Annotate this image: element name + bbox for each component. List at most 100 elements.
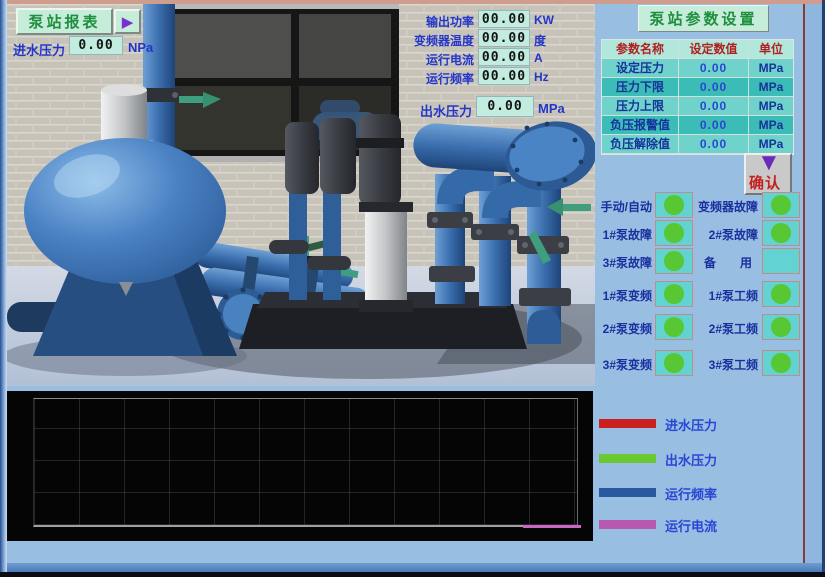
run-frequency-label: 运行频率 xyxy=(340,70,474,87)
trend-chart xyxy=(7,391,593,541)
frame-edge-left xyxy=(0,0,7,577)
param-name: 设定压力 xyxy=(602,59,679,78)
frame-edge-top xyxy=(0,0,825,4)
inlet-pressure-unit: NPa xyxy=(128,40,153,55)
status-indicator[interactable] xyxy=(762,281,800,307)
outlet-pressure-value[interactable]: 0.00 xyxy=(476,96,534,117)
status-row: 手动/自动 变频器故障 xyxy=(595,192,807,218)
col-param-name: 参数名称 xyxy=(602,40,679,59)
table-row: 设定压力 0.00 MPa xyxy=(602,59,793,78)
param-unit: MPa xyxy=(749,59,793,78)
param-name: 负压报警值 xyxy=(602,116,679,135)
status-indicator[interactable] xyxy=(655,220,693,246)
trend-chart-plot-area xyxy=(33,398,578,527)
output-power-label: 输出功率 xyxy=(340,13,474,30)
run-frequency-value[interactable]: 00.00 xyxy=(478,67,530,85)
inverter-temp-value[interactable]: 00.00 xyxy=(478,29,530,47)
status-label: 2#泵故障 xyxy=(691,226,758,243)
status-indicator[interactable] xyxy=(762,314,800,340)
status-label: 3#泵变频 xyxy=(595,356,652,373)
outlet-pressure-unit: MPa xyxy=(538,101,565,116)
run-current-value[interactable]: 00.00 xyxy=(478,48,530,66)
status-row: 3#泵变频 3#泵工频 xyxy=(595,350,807,376)
status-label: 1#泵工频 xyxy=(691,287,758,304)
led-icon xyxy=(771,284,791,304)
param-value[interactable]: 0.00 xyxy=(679,97,749,116)
status-label: 2#泵工频 xyxy=(691,320,758,337)
status-indicator[interactable] xyxy=(762,192,800,218)
led-icon xyxy=(771,353,791,373)
output-power-unit: KW xyxy=(534,13,554,27)
led-icon xyxy=(771,195,791,215)
param-value[interactable]: 0.00 xyxy=(679,59,749,78)
col-unit: 单位 xyxy=(749,40,793,59)
status-indicator[interactable] xyxy=(762,350,800,376)
run-frequency-unit: Hz xyxy=(534,70,549,84)
legend-label: 出水压力 xyxy=(665,450,717,469)
settings-panel-title-text: 泵站参数设置 xyxy=(649,8,757,29)
play-icon: ▶ xyxy=(122,13,134,31)
legend-item: 进水压力 xyxy=(599,415,799,433)
led-icon xyxy=(664,195,684,215)
report-button[interactable]: 泵站报表 xyxy=(16,8,113,35)
legend-label: 运行电流 xyxy=(665,516,717,535)
param-value[interactable]: 0.00 xyxy=(679,116,749,135)
outlet-pressure-label: 出水压力 xyxy=(340,101,472,120)
inverter-temp-unit: 度 xyxy=(534,32,546,49)
status-indicator[interactable] xyxy=(762,248,800,274)
status-row: 1#泵故障 2#泵故障 xyxy=(595,220,807,246)
param-value[interactable]: 0.00 xyxy=(679,135,749,154)
param-unit: MPa xyxy=(749,116,793,135)
status-label: 1#泵故障 xyxy=(595,226,652,243)
confirm-button[interactable]: ▼ 确认 xyxy=(744,153,792,195)
run-current-unit: A xyxy=(534,51,543,65)
led-icon xyxy=(664,251,684,271)
run-current-label: 运行电流 xyxy=(340,51,474,68)
status-row: 1#泵变频 1#泵工频 xyxy=(595,281,807,307)
led-icon xyxy=(664,353,684,373)
led-icon xyxy=(664,284,684,304)
param-value[interactable]: 0.00 xyxy=(679,78,749,97)
inlet-pressure-value[interactable]: 0.00 xyxy=(69,36,123,55)
param-name: 压力下限 xyxy=(602,78,679,97)
legend-swatch-run-frequency xyxy=(599,488,656,497)
table-row: 压力下限 0.00 MPa xyxy=(602,78,793,97)
table-row: 负压报警值 0.00 MPa xyxy=(602,116,793,135)
inlet-pressure-label: 进水压力 xyxy=(13,40,65,59)
status-indicator[interactable] xyxy=(655,281,693,307)
status-label: 手动/自动 xyxy=(595,198,652,215)
frame-edge-right-strip xyxy=(805,4,822,570)
status-label: 1#泵变频 xyxy=(595,287,652,304)
frame-edge-bottom-black xyxy=(0,572,825,577)
legend-item: 运行频率 xyxy=(599,484,799,502)
report-button-label: 泵站报表 xyxy=(28,11,100,32)
status-indicator[interactable] xyxy=(655,314,693,340)
status-indicator[interactable] xyxy=(655,192,693,218)
output-power-value[interactable]: 00.00 xyxy=(478,10,530,28)
param-name: 负压解除值 xyxy=(602,135,679,154)
status-indicator[interactable] xyxy=(655,350,693,376)
legend-label: 进水压力 xyxy=(665,415,717,434)
status-indicator[interactable] xyxy=(655,248,693,274)
legend-label: 运行频率 xyxy=(665,484,717,503)
status-row: 2#泵变频 2#泵工频 xyxy=(595,314,807,340)
report-nav-button[interactable]: ▶ xyxy=(114,9,141,34)
legend-swatch-run-current xyxy=(599,520,656,529)
led-icon xyxy=(771,223,791,243)
param-unit: MPa xyxy=(749,97,793,116)
table-row: 压力上限 0.00 MPa xyxy=(602,97,793,116)
settings-table: 参数名称 设定数值 单位 设定压力 0.00 MPa 压力下限 0.00 MPa… xyxy=(601,39,794,155)
frame-edge-bottom-blue xyxy=(0,563,825,572)
status-indicator[interactable] xyxy=(762,220,800,246)
settings-table-header: 参数名称 设定数值 单位 xyxy=(602,40,793,59)
led-icon xyxy=(771,317,791,337)
led-icon xyxy=(664,223,684,243)
frame-edge-right-line xyxy=(803,4,805,570)
status-label: 2#泵变频 xyxy=(595,320,652,337)
confirm-button-label: 确认 xyxy=(749,172,781,193)
status-row: 3#泵故障 备 用 xyxy=(595,248,807,274)
legend-swatch-inlet-pressure xyxy=(599,419,656,428)
legend-swatch-outlet-pressure xyxy=(599,454,656,463)
led-icon xyxy=(664,317,684,337)
param-name: 压力上限 xyxy=(602,97,679,116)
